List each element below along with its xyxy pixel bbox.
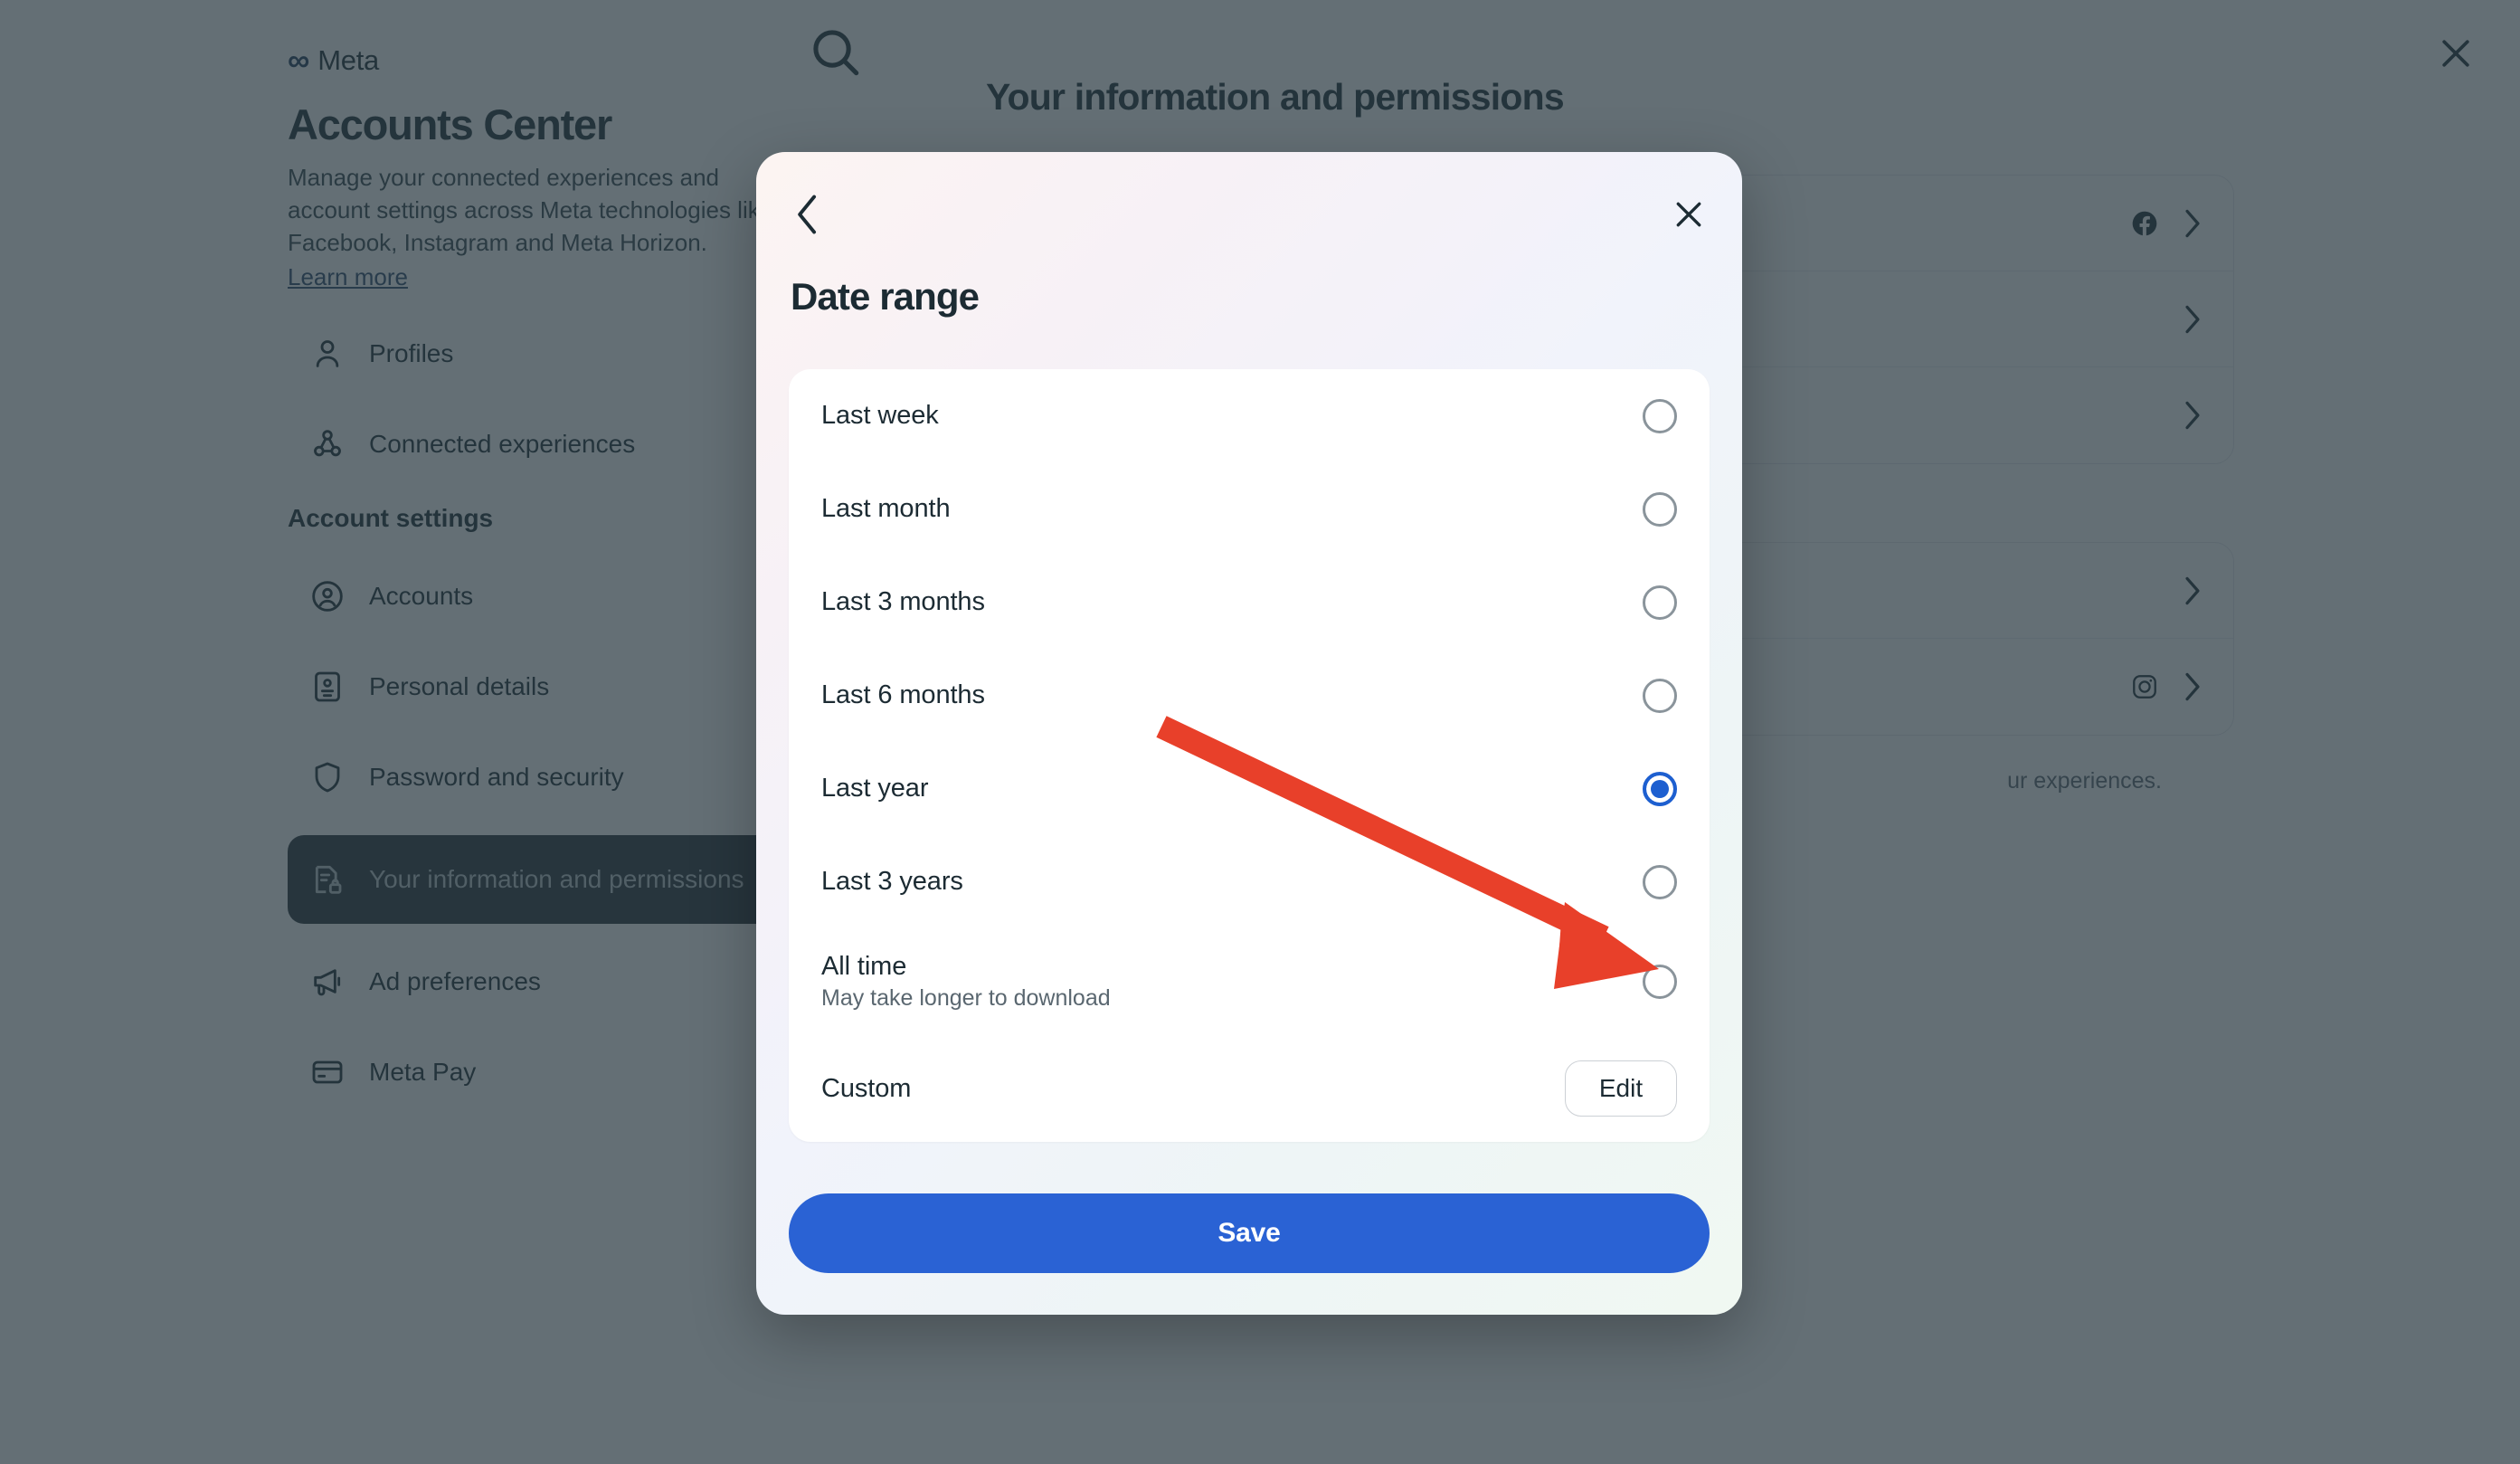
option-label: Last year [821, 774, 929, 803]
option-label: Last 6 months [821, 680, 985, 709]
last-3-months-radio[interactable] [1643, 585, 1677, 620]
close-button[interactable] [1659, 185, 1719, 244]
save-button[interactable]: Save [789, 1193, 1710, 1273]
last-year-radio[interactable] [1643, 771, 1677, 806]
option-sublabel: May take longer to download [821, 985, 1111, 1011]
option-last-week[interactable]: Last week [821, 369, 1677, 462]
option-label: Last 3 years [821, 867, 963, 896]
option-label: All time [821, 952, 907, 981]
back-button[interactable] [778, 185, 838, 244]
option-label: Custom [821, 1073, 912, 1103]
option-last-year[interactable]: Last year [821, 742, 1677, 835]
last-week-radio[interactable] [1643, 398, 1677, 433]
last-6-months-radio[interactable] [1643, 678, 1677, 713]
option-last-6-months[interactable]: Last 6 months [821, 649, 1677, 742]
option-label: Last month [821, 494, 951, 523]
option-last-3-months[interactable]: Last 3 months [821, 556, 1677, 649]
option-all-time[interactable]: All time May take longer to download [821, 928, 1677, 1035]
all-time-radio[interactable] [1643, 965, 1677, 999]
last-month-radio[interactable] [1643, 491, 1677, 527]
option-label: Last 3 months [821, 587, 985, 616]
option-custom[interactable]: Custom Edit [821, 1035, 1677, 1142]
dialog-title: Date range [791, 275, 980, 318]
option-label: Last week [821, 401, 939, 430]
dialog-header [756, 152, 1742, 259]
option-last-month[interactable]: Last month [821, 462, 1677, 556]
option-last-3-years[interactable]: Last 3 years [821, 835, 1677, 928]
date-range-dialog: Date range Last week Last month Last 3 m… [756, 152, 1742, 1315]
edit-custom-button[interactable]: Edit [1565, 1060, 1677, 1117]
date-range-options-list: Last week Last month Last 3 months Last … [789, 369, 1710, 1142]
last-3-years-radio[interactable] [1643, 864, 1677, 899]
dialog-footer: Save [789, 1193, 1710, 1273]
app-root: ∞ Meta Accounts Center Manage your conne… [0, 0, 2520, 1464]
